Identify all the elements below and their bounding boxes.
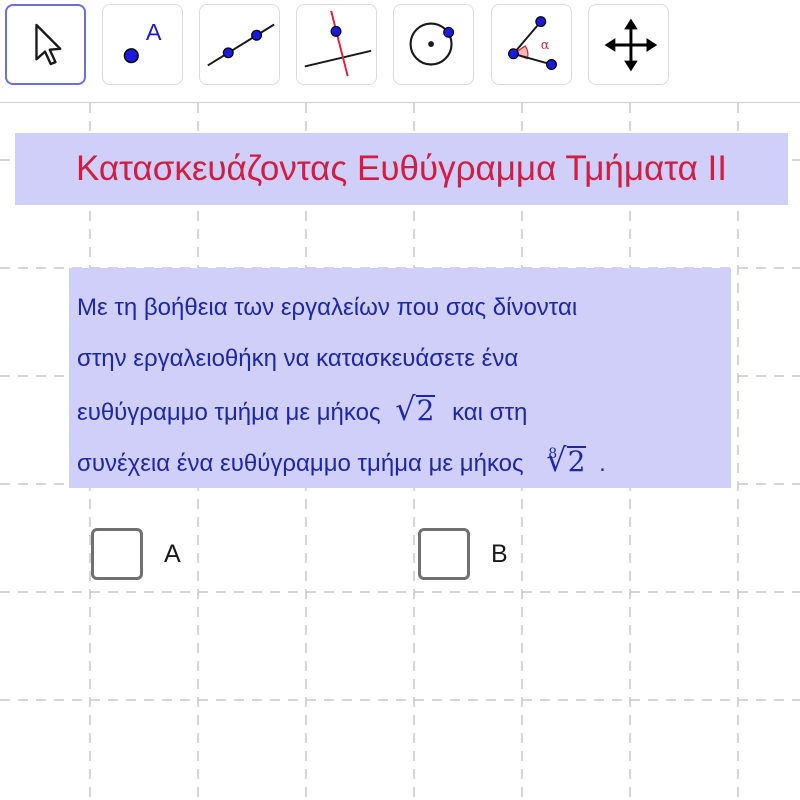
point-icon: A — [123, 19, 162, 64]
checkbox-a-label: A — [164, 539, 181, 568]
root-index: 8 — [548, 446, 558, 462]
circle-tool-button[interactable] — [393, 4, 474, 85]
perpendicular-line-tool-button[interactable] — [296, 4, 377, 85]
move-graphics-view-tool-button[interactable] — [588, 4, 669, 85]
instructions-box: Με τη βοήθεια των εργαλείων που σας δίνο… — [69, 268, 731, 488]
checkbox-row-b: B — [418, 528, 508, 580]
angle-tool-button[interactable]: α — [491, 4, 572, 85]
toolbar: A α — [0, 0, 800, 103]
eighth-root-2-expression: 8 √2 — [546, 435, 587, 487]
line-through-two-points-icon — [207, 23, 275, 67]
instructions-line-1: Με τη βοήθεια των εργαλείων που σας δίνο… — [77, 294, 578, 321]
radicand: 2 — [415, 394, 436, 427]
radical-sign: √ — [395, 390, 416, 428]
four-way-arrows-icon — [604, 18, 658, 72]
instructions-line-3-suffix: και στη — [452, 399, 528, 426]
instructions-line-2: στην εργαλειοθήκη να κατασκευάσετε ένα — [77, 345, 519, 372]
point-tool-label: A — [146, 19, 162, 45]
perpendicular-line-icon — [304, 10, 372, 77]
instructions-line-3-prefix: ευθύγραμμο τμήμα με μήκος — [77, 399, 381, 426]
instructions-line-4: συνέχεια ένα ευθύγραμμο τμήμα με μήκος 8… — [77, 435, 725, 486]
point-tool-button[interactable]: A — [102, 4, 183, 85]
sqrt-2-expression: √2 — [395, 384, 436, 436]
angle-icon: α — [507, 16, 557, 70]
circle-center-point-icon — [409, 22, 455, 66]
instructions-line-3: ευθύγραμμο τμήμα με μήκος √2 και στη — [77, 384, 725, 435]
checkbox-b-label: B — [491, 539, 508, 568]
checkbox-a[interactable] — [91, 528, 143, 580]
move-tool-button[interactable] — [5, 4, 86, 85]
radicand: 2 — [566, 445, 587, 478]
checkbox-b[interactable] — [418, 528, 470, 580]
angle-tool-label: α — [541, 37, 550, 52]
line-tool-button[interactable] — [199, 4, 280, 85]
checkbox-row-a: A — [91, 528, 181, 580]
instructions-line-4-suffix: . — [599, 450, 606, 477]
page-title: Κατασκευάζοντας Ευθύγραμμα Τμήματα ΙΙ — [76, 149, 727, 188]
instructions-line-4-prefix: συνέχεια ένα ευθύγραμμο τμήμα με μήκος — [77, 450, 524, 477]
title-box: Κατασκευάζοντας Ευθύγραμμα Τμήματα ΙΙ — [15, 133, 788, 205]
cursor-arrow-icon — [35, 23, 62, 66]
